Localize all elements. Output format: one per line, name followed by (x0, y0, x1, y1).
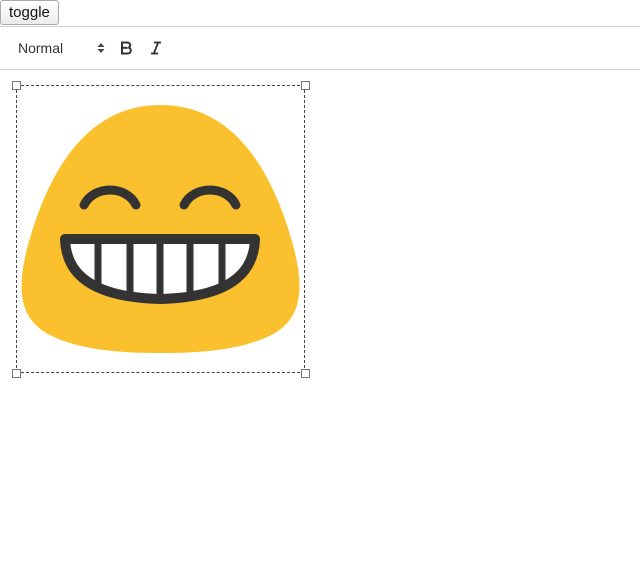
resize-handle-top-left[interactable] (12, 81, 21, 90)
format-select-value: Normal (18, 40, 64, 56)
italic-icon (151, 41, 161, 55)
italic-button[interactable] (144, 36, 168, 60)
bold-icon (121, 41, 132, 55)
up-down-arrows-icon (96, 41, 106, 55)
resize-handle-bottom-left[interactable] (12, 369, 21, 378)
format-select[interactable]: Normal (14, 36, 110, 60)
toolbar: Normal (0, 26, 640, 70)
toggle-button[interactable]: toggle (0, 0, 59, 25)
resize-handle-top-right[interactable] (301, 81, 310, 90)
grinning-face-emoji-icon (21, 105, 300, 353)
editor-page: toggle Normal (0, 0, 640, 580)
bold-button[interactable] (114, 36, 138, 60)
resize-handle-bottom-right[interactable] (301, 369, 310, 378)
emoji-image[interactable] (16, 85, 305, 373)
